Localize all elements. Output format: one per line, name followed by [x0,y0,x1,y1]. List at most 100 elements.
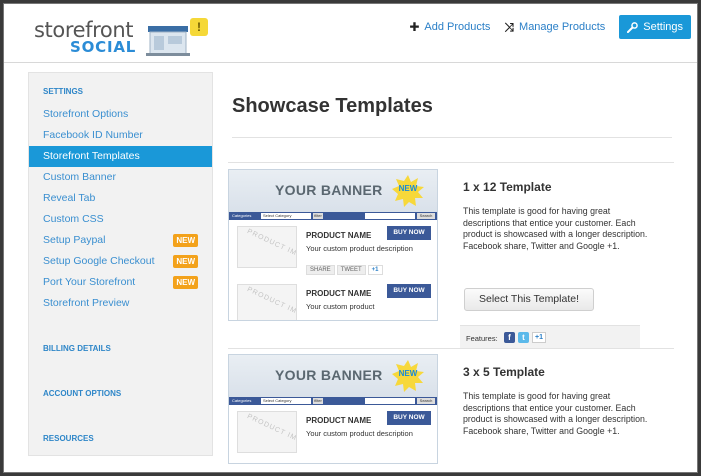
sidebar-item-label: Setup Paypal [43,234,106,246]
wrench-icon [627,21,639,33]
manage-products-link[interactable]: ⤨ Manage Products [504,15,605,39]
template-card-1x12: YOUR BANNER NEW Categories Select Catego… [228,162,674,349]
sidebar-item-storefront-templates[interactable]: Storefront Templates [29,146,212,167]
settings-heading: SETTINGS [43,87,84,96]
banner-text: YOUR BANNER [275,367,383,383]
add-products-label: Add Products [424,21,491,33]
category-select: Select Category [261,213,311,219]
app-window: storefront SOCIAL ! ✚ Add Products ⤨ Man… [3,3,698,473]
template-card-3x5: YOUR BANNER NEW Categories Select Catego… [228,348,674,468]
sidebar-item-custom-css[interactable]: Custom CSS [29,209,212,230]
sidebar-item-label: Port Your Storefront [43,276,136,288]
add-products-link[interactable]: ✚ Add Products [409,15,490,39]
sidebar-item-reveal-tab[interactable]: Reveal Tab [29,188,212,209]
buy-now-button: BUY NOW [387,226,431,240]
template-title: 3 x 5 Template [463,365,545,379]
exclamation-badge-icon: ! [190,18,208,36]
product-image-placeholder: PRODUCT IMAGE [237,284,297,321]
filter-button: filter [313,398,323,404]
sidebar-item-label: Custom CSS [43,213,104,225]
card-divider [228,348,674,349]
page-title: Showcase Templates [232,95,433,117]
new-starburst-icon: NEW [392,360,424,392]
select-template-button[interactable]: Select This Template! [464,288,594,311]
preview-banner: YOUR BANNER NEW [229,170,437,212]
account-options-heading[interactable]: ACCOUNT OPTIONS [29,389,212,398]
template-description: This template is good for having great d… [463,391,648,436]
preview-product: PRODUCT IMAGE PRODUCT NAME BUY NOW Your … [229,405,437,463]
title-divider [232,137,672,138]
new-badge: NEW [173,234,198,247]
sidebar-item-label: Facebook ID Number [43,129,143,141]
product-image-placeholder: PRODUCT IMAGE [237,411,297,453]
sidebar-item-label: Storefront Preview [43,297,130,309]
storefront-social-logo[interactable]: storefront SOCIAL ! [34,14,224,56]
sidebar-item-facebook-id-number[interactable]: Facebook ID Number [29,125,212,146]
new-burst-label: NEW [398,369,418,378]
new-starburst-icon: NEW [392,175,424,207]
new-badge: NEW [173,255,198,268]
template-description: This template is good for having great d… [463,206,648,251]
category-bar: Categories Select Category filter Search [229,212,437,220]
manage-products-label: Manage Products [519,21,606,33]
shuffle-icon: ⤨ [504,19,515,34]
product-name: PRODUCT NAME [306,231,372,240]
tweet-button: TWEET [336,265,366,275]
sidebar-item-port-your-storefront[interactable]: Port Your Storefront NEW [29,272,212,293]
resources-heading[interactable]: RESOURCES [29,434,212,443]
preview-product: PRODUCT IMAGE PRODUCT NAME BUY NOW Your … [229,278,437,321]
facebook-icon: f [504,332,515,343]
category-select: Select Category [261,398,311,404]
features-label: Features: [466,334,498,343]
preview-banner: YOUR BANNER NEW [229,355,437,397]
product-description: Your custom product description [306,429,413,438]
billing-details-heading[interactable]: BILLING DETAILS [29,344,212,353]
sidebar-item-label: Setup Google Checkout [43,255,155,267]
preview-product: PRODUCT IMAGE PRODUCT NAME BUY NOW Your … [229,220,437,278]
buy-now-button: BUY NOW [387,284,431,298]
product-image-placeholder: PRODUCT IMAGE [237,226,297,268]
plus-icon: ✚ [409,20,420,34]
banner-text: YOUR BANNER [275,182,383,198]
share-button: SHARE [306,265,335,275]
google-plus-icon: +1 [532,332,546,343]
buy-now-button: BUY NOW [387,411,431,425]
header-divider [4,62,697,63]
sidebar-item-label: Storefront Options [43,108,129,120]
storefront-building-icon [146,26,190,56]
sidebar-item-setup-google-checkout[interactable]: Setup Google Checkout NEW [29,251,212,272]
product-name: PRODUCT NAME [306,289,372,298]
template-preview-1x12[interactable]: YOUR BANNER NEW Categories Select Catego… [228,169,438,321]
product-image-label: PRODUCT IMAGE [245,228,297,265]
product-description: Your custom product [306,302,375,311]
sidebar-item-custom-banner[interactable]: Custom Banner [29,167,212,188]
share-buttons: SHARE TWEET +1 [306,265,383,275]
sidebar-item-storefront-options[interactable]: Storefront Options [29,104,212,125]
search-box [365,398,415,404]
product-description: Your custom product description [306,244,413,253]
product-image-label: PRODUCT IMAGE [245,286,297,321]
sidebar-item-storefront-preview[interactable]: Storefront Preview [29,293,212,314]
categories-label: Categories [232,213,252,218]
template-preview-3x5[interactable]: YOUR BANNER NEW Categories Select Catego… [228,354,438,464]
sidebar-item-setup-paypal[interactable]: Setup Paypal NEW [29,230,212,251]
search-button: Search [417,213,435,219]
settings-button[interactable]: Settings [619,15,691,39]
new-badge: NEW [173,276,198,289]
search-box [365,213,415,219]
product-name: PRODUCT NAME [306,416,372,425]
card-divider [228,162,674,163]
sidebar-item-label: Reveal Tab [43,192,96,204]
search-button: Search [417,398,435,404]
settings-sidebar: SETTINGS Storefront Options Facebook ID … [28,72,213,456]
product-image-label: PRODUCT IMAGE [245,413,297,450]
new-burst-label: NEW [398,184,418,193]
top-nav: ✚ Add Products ⤨ Manage Products Setting… [409,15,691,39]
header: storefront SOCIAL ! ✚ Add Products ⤨ Man… [4,4,697,62]
logo-word-social: SOCIAL [70,38,137,56]
google-plus-one-button: +1 [367,265,383,275]
features-bar: Features: f t +1 [460,325,640,349]
settings-label: Settings [643,21,683,33]
twitter-icon: t [518,332,529,343]
filter-button: filter [313,213,323,219]
